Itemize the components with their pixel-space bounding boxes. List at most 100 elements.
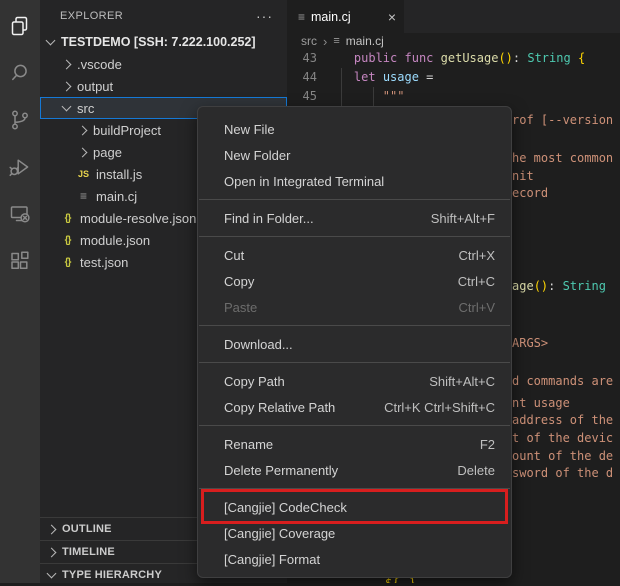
source-control-icon[interactable]: [0, 96, 40, 143]
menu-item-copy[interactable]: CopyCtrl+C: [198, 268, 511, 294]
extensions-icon[interactable]: [0, 237, 40, 284]
context-menu: New FileNew Folder Open in Integrated Ter…: [197, 106, 512, 578]
line-number: 44: [287, 68, 317, 87]
menu-item-shortcut: Ctrl+C: [458, 274, 495, 289]
line-number: 45: [287, 87, 317, 106]
menu-separator: [199, 325, 510, 326]
menu-item-shortcut: F2: [480, 437, 495, 452]
menu-item-label: Copy: [224, 274, 458, 289]
menu-item-cangjie-codecheck[interactable]: [Cangjie] CodeCheck: [198, 494, 511, 520]
run-debug-icon[interactable]: [0, 143, 40, 190]
code-fragment: t of the devic: [512, 431, 613, 446]
tree-item-label: src: [77, 101, 94, 116]
chevron-right-icon: ›: [323, 34, 327, 49]
code-line: 44 let usage =: [287, 68, 620, 87]
menu-item-open-in-integrated-terminal[interactable]: Open in Integrated Terminal: [198, 168, 511, 194]
more-actions-icon[interactable]: ···: [256, 8, 273, 24]
menu-separator: [199, 425, 510, 426]
panel-label: TYPE HIERARCHY: [62, 569, 162, 581]
cj-file-icon: ≡: [333, 35, 339, 47]
code-fragment: address of the: [512, 413, 613, 428]
menu-item-label: Paste: [224, 300, 459, 315]
tree-item-.vscode[interactable]: .vscode: [40, 53, 287, 75]
tree-item-label: page: [93, 145, 122, 160]
menu-item-download...[interactable]: Download...: [198, 331, 511, 357]
tab-main-cj[interactable]: ≡ main.cj ×: [287, 0, 404, 33]
chevron-down-icon: [46, 36, 56, 46]
menu-item-label: Copy Path: [224, 374, 429, 389]
explorer-icon[interactable]: [0, 2, 40, 49]
menu-item-shortcut: Ctrl+X: [459, 248, 495, 263]
tab-bar: ≡ main.cj ×: [287, 0, 620, 33]
menu-item-label: [Cangjie] Format: [224, 552, 495, 567]
chevron-right-icon: [78, 125, 88, 135]
tree-item-output[interactable]: output: [40, 75, 287, 97]
code-fragment: he most common: [512, 151, 613, 166]
menu-item-cangjie-format[interactable]: [Cangjie] Format: [198, 546, 511, 572]
menu-item-shortcut: Shift+Alt+F: [431, 211, 495, 226]
code-fragment: ARGS>: [512, 336, 548, 351]
code-fragment: ecord: [512, 186, 548, 201]
close-icon[interactable]: ×: [388, 9, 396, 25]
cj-file-icon: ≡: [298, 10, 305, 24]
chevron-down-icon: [62, 102, 72, 112]
menu-separator: [199, 488, 510, 489]
menu-item-copy-relative-path[interactable]: Copy Relative PathCtrl+K Ctrl+Shift+C: [198, 394, 511, 420]
menu-item-shortcut: Shift+Alt+C: [429, 374, 495, 389]
json-file-icon: {}: [60, 235, 75, 246]
breadcrumb-folder[interactable]: src: [301, 34, 317, 48]
menu-item-label: [Cangjie] Coverage: [224, 526, 495, 541]
chevron-right-icon: [47, 547, 57, 557]
breadcrumb-file[interactable]: main.cj: [346, 34, 384, 48]
menu-separator: [199, 362, 510, 363]
chevron-right-icon: [62, 59, 72, 69]
menu-item-label: Download...: [224, 337, 495, 352]
tree-item-label: module.json: [80, 233, 150, 248]
code-fragment: rof [--version: [512, 113, 613, 128]
menu-item-paste: PasteCtrl+V: [198, 294, 511, 320]
menu-item-label: Cut: [224, 248, 459, 263]
vscode-window: { "icon_glyphs": { "js": "JS", "json": "…: [0, 0, 620, 583]
menu-separator: [199, 199, 510, 200]
breadcrumb: src › ≡ main.cj: [287, 33, 620, 49]
chevron-right-icon: [62, 81, 72, 91]
code-line: 45 """: [287, 87, 620, 106]
menu-item-cangjie-coverage[interactable]: [Cangjie] Coverage: [198, 520, 511, 546]
tree-item-label: test.json: [80, 255, 128, 270]
code-fragment: nt usage: [512, 396, 570, 411]
tree-item-label: main.cj: [96, 189, 137, 204]
code-fragment: ount of the de: [512, 449, 613, 464]
remote-explorer-icon[interactable]: [0, 190, 40, 237]
json-file-icon: {}: [60, 257, 75, 268]
menu-item-cut[interactable]: CutCtrl+X: [198, 242, 511, 268]
tree-item-label: output: [77, 79, 113, 94]
chevron-right-icon: [78, 147, 88, 157]
tree-item-label: module-resolve.json: [80, 211, 196, 226]
menu-item-label: Find in Folder...: [224, 211, 431, 226]
menu-item-new-file[interactable]: New File: [198, 116, 511, 142]
menu-item-label: [Cangjie] CodeCheck: [224, 500, 495, 515]
indent-guide: [373, 87, 374, 106]
menu-item-shortcut: Delete: [457, 463, 495, 478]
search-icon[interactable]: [0, 49, 40, 96]
menu-item-rename[interactable]: RenameF2: [198, 431, 511, 457]
code-fragment: sword of the d: [512, 466, 613, 481]
tree-item-label: TESTDEMO [SSH: 7.222.100.252]: [61, 35, 256, 49]
tree-item-testdemo-ssh-7.222.100.252[interactable]: TESTDEMO [SSH: 7.222.100.252]: [40, 31, 287, 53]
sidebar-title: EXPLORER: [60, 10, 256, 22]
menu-item-find-in-folder...[interactable]: Find in Folder...Shift+Alt+F: [198, 205, 511, 231]
menu-item-label: Rename: [224, 437, 480, 452]
cj-file-icon: ≡: [76, 191, 91, 201]
menu-item-shortcut: Ctrl+K Ctrl+Shift+C: [384, 400, 495, 415]
js-file-icon: JS: [76, 169, 91, 179]
chevron-down-icon: [47, 569, 57, 579]
activity-bar: [0, 0, 40, 583]
menu-item-label: Open in Integrated Terminal: [224, 174, 495, 189]
code-fragment: nit: [512, 169, 534, 184]
menu-separator: [199, 236, 510, 237]
menu-item-delete-permanently[interactable]: Delete PermanentlyDelete: [198, 457, 511, 483]
menu-item-new-folder[interactable]: New Folder: [198, 142, 511, 168]
code-lines: 43 public func getUsage(): String {44 le…: [287, 49, 620, 106]
menu-item-copy-path[interactable]: Copy PathShift+Alt+C: [198, 368, 511, 394]
code-line: 43 public func getUsage(): String {: [287, 49, 620, 68]
